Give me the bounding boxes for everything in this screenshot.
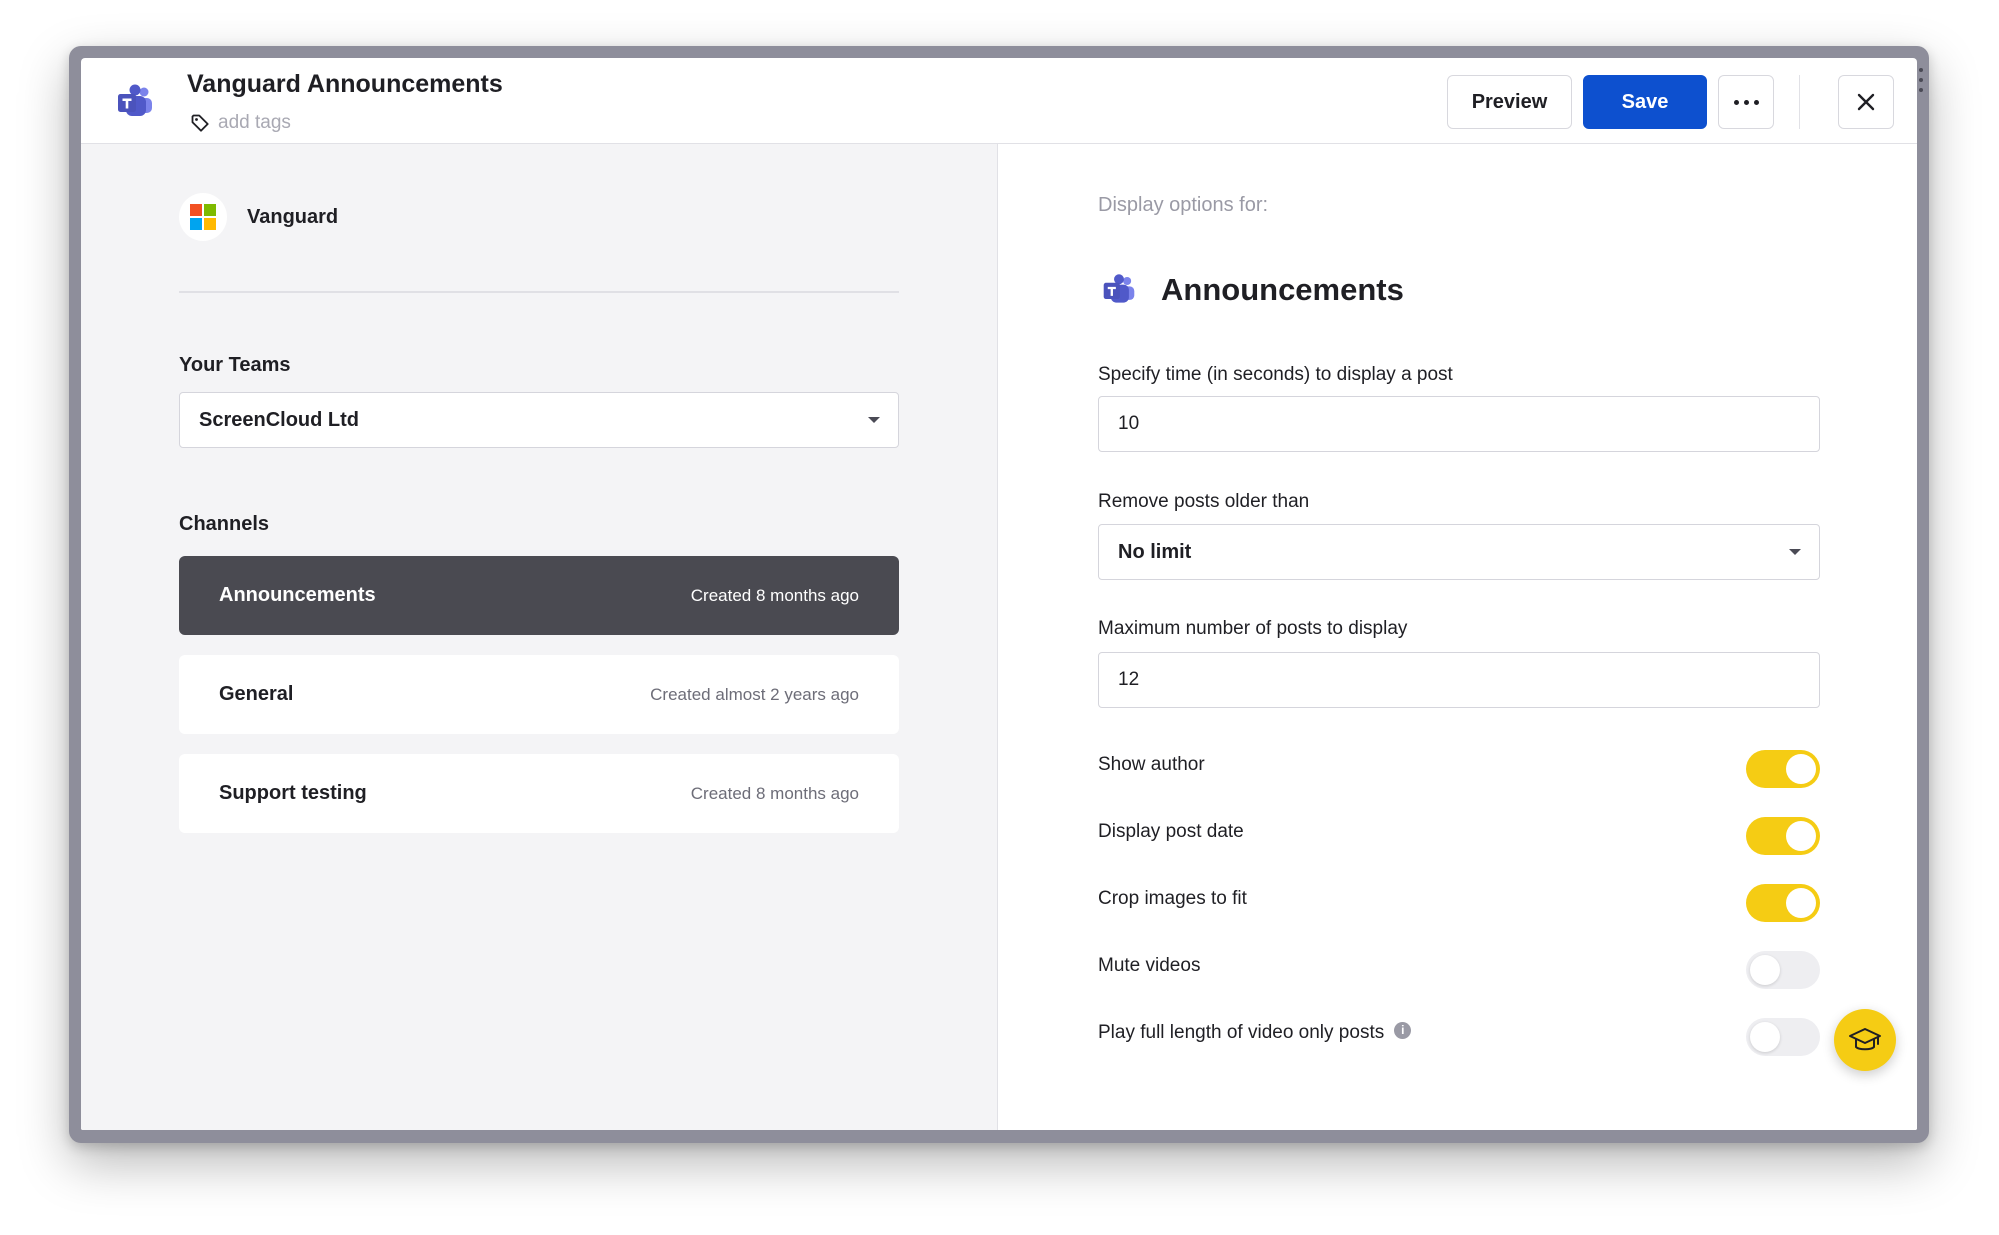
show-author-label: Show author bbox=[1098, 754, 1205, 775]
resize-grip[interactable] bbox=[1918, 68, 1924, 92]
add-tags[interactable]: add tags bbox=[190, 112, 291, 134]
remove-posts-select[interactable]: No limit bbox=[1098, 524, 1820, 580]
show-author-toggle[interactable] bbox=[1746, 750, 1820, 788]
chevron-down-icon bbox=[868, 417, 880, 423]
remove-posts-label: Remove posts older than bbox=[1098, 491, 1310, 512]
organization-name: Vanguard bbox=[247, 205, 339, 228]
channel-item-support-testing[interactable]: Support testing Created 8 months ago bbox=[179, 754, 899, 833]
channel-created: Created 8 months ago bbox=[690, 585, 859, 605]
teams-icon bbox=[1103, 274, 1135, 303]
max-posts-label: Maximum number of posts to display bbox=[1098, 618, 1408, 639]
display-post-date-row: Display post date bbox=[1098, 817, 1820, 857]
display-time-label: Specify time (in seconds) to display a p… bbox=[1098, 364, 1453, 385]
crop-images-label: Crop images to fit bbox=[1098, 888, 1247, 909]
team-select-value: ScreenCloud Ltd bbox=[199, 408, 360, 431]
channel-name: Support testing bbox=[219, 782, 367, 804]
mute-videos-row: Mute videos bbox=[1098, 951, 1820, 991]
play-full-length-toggle[interactable] bbox=[1746, 1018, 1820, 1056]
play-full-length-label: Play full length of video only posts i bbox=[1098, 1021, 1412, 1044]
max-posts-input[interactable] bbox=[1098, 652, 1820, 708]
help-button[interactable] bbox=[1834, 1009, 1896, 1071]
channel-created: Created 8 months ago bbox=[690, 783, 859, 803]
mute-videos-toggle[interactable] bbox=[1746, 951, 1820, 989]
more-icon bbox=[1733, 99, 1759, 105]
your-teams-label: Your Teams bbox=[179, 354, 291, 376]
graduation-cap-icon bbox=[1849, 1028, 1881, 1051]
section-divider bbox=[179, 291, 899, 293]
tags-placeholder: add tags bbox=[218, 112, 291, 133]
close-button[interactable] bbox=[1838, 75, 1894, 129]
display-time-input[interactable] bbox=[1098, 396, 1820, 452]
channels-label: Channels bbox=[179, 513, 270, 535]
channel-item-announcements[interactable]: Announcements Created 8 months ago bbox=[179, 556, 899, 635]
display-options-caption: Display options for: bbox=[1098, 194, 1269, 216]
save-button[interactable]: Save bbox=[1583, 75, 1707, 129]
remove-posts-value: No limit bbox=[1118, 540, 1192, 563]
crop-images-row: Crop images to fit bbox=[1098, 884, 1820, 924]
organization: Vanguard bbox=[179, 193, 338, 241]
channel-name: Announcements bbox=[219, 584, 376, 606]
display-post-date-toggle[interactable] bbox=[1746, 817, 1820, 855]
tag-icon bbox=[191, 114, 209, 132]
more-options-button[interactable] bbox=[1718, 75, 1774, 129]
close-icon bbox=[1857, 93, 1875, 111]
preview-button[interactable]: Preview bbox=[1447, 75, 1572, 129]
team-select[interactable]: ScreenCloud Ltd bbox=[179, 392, 899, 448]
crop-images-toggle[interactable] bbox=[1746, 884, 1820, 922]
teams-icon bbox=[118, 84, 152, 116]
mute-videos-label: Mute videos bbox=[1098, 955, 1201, 976]
app-settings-dialog: Vanguard Announcements add tags Preview … bbox=[81, 58, 1917, 1130]
dialog-header: Vanguard Announcements add tags Preview … bbox=[81, 58, 1917, 144]
channel-title: Announcements bbox=[1161, 272, 1404, 307]
chevron-down-icon bbox=[1789, 549, 1801, 555]
show-author-row: Show author bbox=[1098, 750, 1820, 790]
header-divider bbox=[1799, 75, 1800, 129]
play-full-length-row: Play full length of video only posts i bbox=[1098, 1018, 1820, 1058]
app-title[interactable]: Vanguard Announcements bbox=[187, 70, 503, 99]
display-options-panel: Display options for: Announcements Speci… bbox=[998, 144, 1917, 1130]
info-icon[interactable]: i bbox=[1394, 1021, 1412, 1039]
channel-item-general[interactable]: General Created almost 2 years ago bbox=[179, 655, 899, 734]
channel-name: General bbox=[219, 683, 294, 705]
selected-channel-heading: Announcements bbox=[1101, 272, 1404, 308]
display-post-date-label: Display post date bbox=[1098, 821, 1244, 842]
source-panel: Vanguard Your Teams ScreenCloud Ltd Chan… bbox=[81, 144, 998, 1130]
channel-created: Created almost 2 years ago bbox=[650, 684, 859, 704]
microsoft-logo-icon bbox=[179, 193, 227, 241]
